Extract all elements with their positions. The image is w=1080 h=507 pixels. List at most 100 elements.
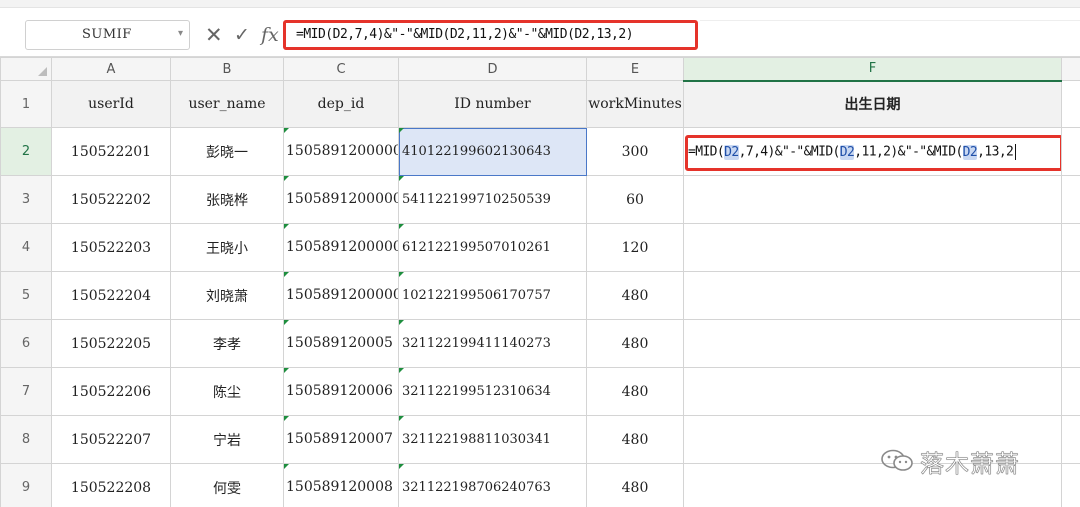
row-header-1[interactable]: 1 <box>0 80 52 128</box>
cell-f5[interactable] <box>683 271 1062 320</box>
cell-d5[interactable]: 102122199506170757 <box>398 271 587 320</box>
cell-d2[interactable]: 410122199602130643 <box>398 127 587 176</box>
formula-ref-d2: D2 <box>724 144 739 160</box>
cell-g2[interactable] <box>1061 127 1080 176</box>
row-header-3[interactable]: 3 <box>0 175 52 224</box>
cell-f3[interactable] <box>683 175 1062 224</box>
cell-d8[interactable]: 321122198811030341 <box>398 415 587 464</box>
cell-a1[interactable]: userId <box>51 80 171 128</box>
cell-a8[interactable]: 150522207 <box>51 415 171 464</box>
number-as-text-marker <box>284 320 289 325</box>
column-header-a[interactable]: A <box>51 57 171 81</box>
cell-e4[interactable]: 120 <box>586 223 684 272</box>
cell-g1[interactable] <box>1061 80 1080 128</box>
cell-a3[interactable]: 150522202 <box>51 175 171 224</box>
cell-a7[interactable]: 150522206 <box>51 367 171 416</box>
cell-e2[interactable]: 300 <box>586 127 684 176</box>
column-header-g[interactable] <box>1061 57 1080 81</box>
cell-a2[interactable]: 150522201 <box>51 127 171 176</box>
cell-g3[interactable] <box>1061 175 1080 224</box>
select-all-corner[interactable] <box>0 57 52 81</box>
cell-d4-value: 612122199507010261 <box>402 240 551 255</box>
fx-icon[interactable]: fx <box>261 20 279 50</box>
cell-c9[interactable]: 150589120008 <box>283 463 399 507</box>
cell-c8[interactable]: 150589120007 <box>283 415 399 464</box>
cell-b4[interactable]: 王晓小 <box>170 223 284 272</box>
cell-e8[interactable]: 480 <box>586 415 684 464</box>
cell-a4[interactable]: 150522203 <box>51 223 171 272</box>
cell-e7[interactable]: 480 <box>586 367 684 416</box>
cell-e6[interactable]: 480 <box>586 319 684 368</box>
cancel-icon[interactable]: ✕ <box>205 20 223 50</box>
row-header-8[interactable]: 8 <box>0 415 52 464</box>
cell-b5[interactable]: 刘晓萧 <box>170 271 284 320</box>
row-header-4[interactable]: 4 <box>0 223 52 272</box>
cell-g9[interactable] <box>1061 463 1080 507</box>
cell-a6[interactable]: 150522205 <box>51 319 171 368</box>
cell-b9[interactable]: 何雯 <box>170 463 284 507</box>
row-header-9[interactable]: 9 <box>0 463 52 507</box>
column-header-b[interactable]: B <box>170 57 284 81</box>
cell-g5[interactable] <box>1061 271 1080 320</box>
cell-d4[interactable]: 612122199507010261 <box>398 223 587 272</box>
cell-c2[interactable]: 15058912000001 <box>283 127 399 176</box>
cell-d6[interactable]: 321122199411140273 <box>398 319 587 368</box>
cell-e3[interactable]: 60 <box>586 175 684 224</box>
cell-d7[interactable]: 321122199512310634 <box>398 367 587 416</box>
row-header-2[interactable]: 2 <box>0 127 52 176</box>
cell-f2[interactable]: =MID(D2,7,4)&"-"&MID(D2,11,2)&"-"&MID(D2… <box>683 127 1062 176</box>
formula-input[interactable]: =MID(D2,7,4)&"-"&MID(D2,11,2)&"-"&MID(D2… <box>283 20 698 50</box>
cell-edit-box[interactable]: =MID(D2,7,4)&"-"&MID(D2,11,2)&"-"&MID(D2… <box>685 135 1061 171</box>
cell-b8[interactable]: 宁岩 <box>170 415 284 464</box>
cell-e1[interactable]: workMinutes <box>586 80 684 128</box>
name-box[interactable]: SUMIF ▾ <box>25 20 190 50</box>
cell-e5[interactable]: 480 <box>586 271 684 320</box>
spreadsheet-grid: A B C D E F 1 userId user_name dep_id ID… <box>0 57 1080 507</box>
cell-b2[interactable]: 彭晓一 <box>170 127 284 176</box>
cell-c7[interactable]: 150589120006 <box>283 367 399 416</box>
number-as-text-marker <box>284 176 289 181</box>
cell-d3-value: 541122199710250539 <box>402 192 551 207</box>
row-header-5[interactable]: 5 <box>0 271 52 320</box>
cell-g6[interactable] <box>1061 319 1080 368</box>
cell-b6[interactable]: 李孝 <box>170 319 284 368</box>
cell-c4[interactable]: 150589120000003 <box>283 223 399 272</box>
column-header-f[interactable]: F <box>683 57 1062 82</box>
cell-e9[interactable]: 480 <box>586 463 684 507</box>
cell-f7[interactable] <box>683 367 1062 416</box>
cell-f6[interactable] <box>683 319 1062 368</box>
cell-f1[interactable]: 出生日期 <box>683 80 1062 128</box>
cell-c1[interactable]: dep_id <box>283 80 399 128</box>
cell-f4[interactable] <box>683 223 1062 272</box>
cell-g8[interactable] <box>1061 415 1080 464</box>
table-row-header: 1 userId user_name dep_id ID number work… <box>0 80 1080 128</box>
cell-c5[interactable]: 150589120000004 <box>283 271 399 320</box>
number-as-text-marker <box>399 416 404 421</box>
cell-d3[interactable]: 541122199710250539 <box>398 175 587 224</box>
cell-c6[interactable]: 150589120005 <box>283 319 399 368</box>
cell-g4[interactable] <box>1061 223 1080 272</box>
column-header-d[interactable]: D <box>398 57 587 81</box>
table-row: 7 150522206 陈尘 150589120006 321122199512… <box>0 367 1080 416</box>
cell-g7[interactable] <box>1061 367 1080 416</box>
column-header-c[interactable]: C <box>283 57 399 81</box>
column-header-e[interactable]: E <box>586 57 684 81</box>
chevron-down-icon[interactable]: ▾ <box>178 28 183 39</box>
cell-c2-value: 15058912000001 <box>286 143 399 159</box>
row-header-7[interactable]: 7 <box>0 367 52 416</box>
table-row: 3 150522202 张晓桦 150589120000002 54112219… <box>0 175 1080 224</box>
cell-b3[interactable]: 张晓桦 <box>170 175 284 224</box>
confirm-icon[interactable]: ✓ <box>234 20 250 50</box>
cell-a5[interactable]: 150522204 <box>51 271 171 320</box>
cell-b1[interactable]: user_name <box>170 80 284 128</box>
cell-d9[interactable]: 321122198706240763 <box>398 463 587 507</box>
toolbar-edge <box>0 0 1080 8</box>
cell-d1[interactable]: ID number <box>398 80 587 128</box>
cell-c3[interactable]: 150589120000002 <box>283 175 399 224</box>
cell-b7[interactable]: 陈尘 <box>170 367 284 416</box>
row-header-6[interactable]: 6 <box>0 319 52 368</box>
cell-d9-value: 321122198706240763 <box>402 480 551 495</box>
cell-c6-value: 150589120005 <box>286 335 393 351</box>
formula-input-extent[interactable] <box>700 20 1080 50</box>
cell-a9[interactable]: 150522208 <box>51 463 171 507</box>
